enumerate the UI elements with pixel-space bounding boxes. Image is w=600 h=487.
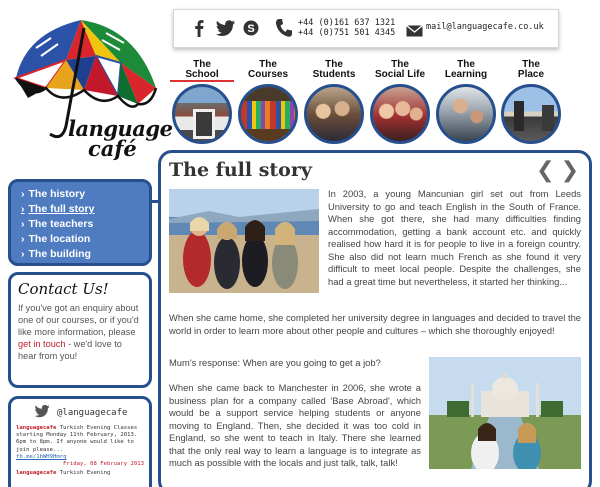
twitter-bird-icon xyxy=(34,403,51,422)
nav-the-learning[interactable]: The Learning xyxy=(434,60,498,144)
nav-label: The Students xyxy=(312,59,356,80)
tweet-user[interactable]: languagecafe xyxy=(16,470,56,476)
page-title: The full story xyxy=(169,159,312,181)
facebook-icon[interactable] xyxy=(190,19,208,37)
nav-learning-image xyxy=(436,84,496,144)
subnav-item-location[interactable]: › The location xyxy=(21,232,149,247)
story-paragraph-4: When she came back to Manchester in 2006… xyxy=(169,382,421,468)
main-content-panel: The full story ❮ ❯ In 2003, a young Manc… xyxy=(158,150,592,487)
contact-us-title: Contact Us! xyxy=(18,280,109,298)
twitter-handle[interactable]: @languagecafe xyxy=(57,408,127,418)
contact-us-box: Contact Us! If you've got an enquiry abo… xyxy=(8,272,152,388)
tweet-date: Friday, 08 February 2013 xyxy=(63,461,144,468)
subnav-item-history[interactable]: › The history xyxy=(21,187,149,202)
nav-courses-image xyxy=(238,84,298,144)
phone-icon xyxy=(275,18,293,42)
about-subnav: › The history › The full story › The teache… xyxy=(8,179,152,266)
nav-the-students[interactable]: The Students xyxy=(302,60,366,144)
nav-school-image xyxy=(172,84,232,144)
twitter-feed: @languagecafe languagecafe Turkish Eveni… xyxy=(8,396,152,487)
nav-social-life-image xyxy=(370,84,430,144)
tweet: languagecafe Turkish Evening Classes sta… xyxy=(16,425,144,468)
nav-the-place[interactable]: The Place xyxy=(499,60,563,144)
nav-students-image xyxy=(304,84,364,144)
nav-label: The School xyxy=(170,60,234,82)
nav-place-image xyxy=(501,84,561,144)
nav-label: The Place xyxy=(517,59,545,80)
tweet-text: Turkish Evening xyxy=(59,470,111,477)
phone-numbers: +44 (0)161 637 1321 +44 (0)751 501 4345 xyxy=(298,18,395,38)
previous-arrow-icon[interactable]: ❮ xyxy=(536,160,554,182)
twitter-header: @languagecafe xyxy=(34,403,144,422)
nav-the-courses[interactable]: The Courses xyxy=(236,60,300,144)
taj-mahal-photo xyxy=(429,357,581,469)
story-paragraph-3: Mum's response: When are you going to ge… xyxy=(169,357,381,368)
story-pager: ❮ ❯ xyxy=(536,160,579,182)
contact-us-text: If you've got an enquiry about one of ou… xyxy=(18,303,139,361)
nav-label: The Learning xyxy=(444,59,488,80)
nav-label: The Courses xyxy=(247,59,288,80)
tweet-link[interactable]: fb.me/1bWH9Hmrq xyxy=(16,454,144,461)
phone-number-1: +44 (0)161 637 1321 xyxy=(298,18,396,28)
tweet-user[interactable]: languagecafe xyxy=(16,425,56,431)
subnav-item-full-story[interactable]: › The full story xyxy=(21,202,149,217)
nav-the-school[interactable]: The School xyxy=(170,60,234,144)
beach-group-photo xyxy=(169,189,319,293)
phone-number-2: +44 (0)751 501 4345 xyxy=(298,28,396,38)
get-in-touch-link[interactable]: get in touch xyxy=(18,339,66,349)
site-logo[interactable]: language café xyxy=(6,8,173,161)
svg-text:S: S xyxy=(247,23,254,35)
mail-icon xyxy=(406,22,423,41)
nav-the-social-life[interactable]: The Social Life xyxy=(368,60,432,144)
story-paragraph-2: When she came home, she completed her un… xyxy=(169,312,581,336)
next-arrow-icon[interactable]: ❯ xyxy=(561,160,579,182)
social-links: S xyxy=(190,19,260,37)
nav-label: The Social Life xyxy=(374,59,425,80)
tweet: languagecafe Turkish Evening xyxy=(16,470,144,477)
story-paragraph-1: In 2003, a young Mancunian girl set out … xyxy=(328,188,581,287)
subnav-item-building[interactable]: › The building xyxy=(21,247,149,262)
subnav-item-teachers[interactable]: › The teachers xyxy=(21,217,149,232)
contact-bar: S +44 (0)161 637 1321 +44 (0)751 501 434… xyxy=(173,9,559,48)
email-link[interactable]: mail@languagecafe.co.uk xyxy=(426,22,544,32)
twitter-icon[interactable] xyxy=(216,19,235,37)
logo-text-cafe: café xyxy=(88,136,137,161)
skype-icon[interactable]: S xyxy=(242,19,260,37)
